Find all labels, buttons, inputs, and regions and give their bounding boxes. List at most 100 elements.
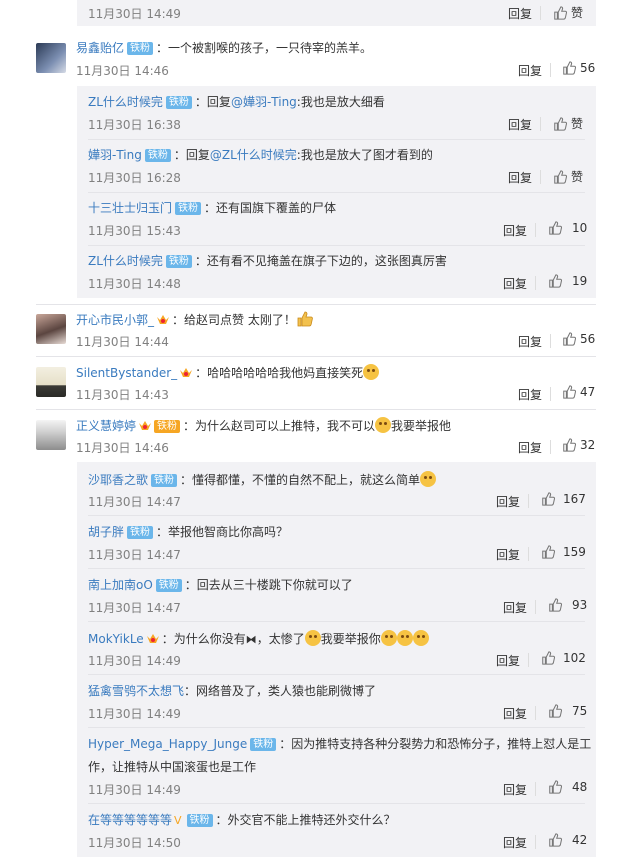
like-count: 93 [572, 598, 588, 612]
reply-author[interactable]: Hyper_Mega_Happy_Junge [88, 737, 247, 751]
reply-time: 11月30日 15:43 [88, 224, 181, 238]
fan-badge: 铁粉 [175, 202, 202, 215]
reply-button[interactable]: 回复 [508, 169, 532, 186]
vip-icon [157, 315, 170, 324]
like-button[interactable]: 47 [562, 385, 595, 399]
reply-author[interactable]: 嬅羽-Ting [88, 148, 142, 162]
reply-author[interactable]: ZL什么时候完 [88, 95, 163, 109]
thumbs-up-icon [563, 332, 576, 346]
separator [88, 803, 585, 804]
comment-text: ：给赵司点赞 太刚了！ [172, 313, 296, 327]
reply-button[interactable]: 回复 [496, 652, 520, 669]
like-count: 48 [572, 780, 588, 794]
reply-author[interactable]: MokYikLe [88, 632, 144, 646]
like-button[interactable]: 56 [562, 332, 595, 346]
reply-button[interactable]: 回复 [503, 275, 527, 292]
reply-text: ：为什么你没有 [161, 632, 246, 646]
thumbs-up-icon [542, 545, 555, 559]
thumbs-up-emoji-icon [297, 311, 313, 327]
comment-time: 11月30日 14:46 [76, 64, 169, 78]
reply-time: 11月30日 14:48 [88, 277, 181, 291]
like-button[interactable]: 56 [562, 61, 595, 75]
reply-time: 11月30日 16:28 [88, 171, 181, 185]
reply-author[interactable]: 南上加南oO [88, 578, 153, 592]
avatar[interactable] [36, 420, 66, 450]
separator [88, 515, 585, 516]
like-button[interactable]: 42 [548, 833, 587, 847]
divider [535, 276, 536, 290]
like-count: 102 [563, 651, 586, 665]
reply-author[interactable]: 十三壮士归玉门 [88, 201, 172, 215]
like-button[interactable]: 32 [562, 438, 595, 452]
like-button[interactable]: 75 [548, 704, 587, 718]
like-button[interactable]: 10 [548, 221, 587, 235]
comment-time: 11月30日 14:49 [88, 7, 181, 21]
reply-button[interactable]: 回复 [508, 5, 532, 22]
reply-button[interactable]: 回复 [503, 599, 527, 616]
reply-text: ：回去从三十楼跳下你就可以了 [184, 578, 353, 592]
reply-author[interactable]: 猛禽雪鸮不太想飞 [88, 684, 184, 698]
reply-author[interactable]: 沙耶香之歌 [88, 473, 148, 487]
comment-author[interactable]: 易鑫贻亿 [76, 41, 124, 55]
reply-time: 11月30日 14:47 [88, 495, 181, 509]
reply-button[interactable]: 回复 [518, 439, 542, 456]
reply-button[interactable]: 回复 [518, 62, 542, 79]
like-button[interactable]: 赞 [553, 115, 583, 132]
separator [88, 674, 585, 675]
reply-line: 南上加南oO 铁粉 ：回去从三十楼跳下你就可以了 [88, 577, 353, 593]
avatar[interactable] [36, 314, 66, 344]
reply-line: 沙耶香之歌 铁粉 ：懂得都懂，不懂的自然不配上，就这么简单 [88, 471, 437, 488]
like-count: 19 [572, 274, 588, 288]
reply-author[interactable]: 胡子胖 [88, 525, 124, 539]
divider [528, 547, 529, 561]
comment-author[interactable]: 正义慧婷婷 [76, 419, 136, 433]
thumbs-up-icon [549, 274, 562, 288]
reply-button[interactable]: 回复 [503, 834, 527, 851]
divider [550, 334, 551, 348]
reply-button[interactable]: 回复 [496, 546, 520, 563]
avatar[interactable] [36, 43, 66, 73]
reply-text-cont: :我也是放大细看 [296, 95, 385, 109]
laugh-emoji-icon [363, 364, 380, 380]
comment-author[interactable]: SilentBystander_ [76, 366, 177, 380]
like-button[interactable]: 赞 [553, 168, 583, 185]
reply-button[interactable]: 回复 [518, 386, 542, 403]
mention-link[interactable]: @ZL什么时候完 [210, 148, 297, 162]
reply-line: ZL什么时候完 铁粉 ：回复@嬅羽-Ting:我也是放大细看 [88, 94, 385, 110]
comment-text-cont: 我要举报他 [391, 419, 452, 433]
reply-line: MokYikLe ：为什么你没有⧓，太惨了 我要举报你 [88, 630, 429, 648]
reply-button[interactable]: 回复 [503, 705, 527, 722]
reply-button[interactable]: 回复 [518, 333, 542, 350]
comment-text: ：一个被割喉的孩子，一只待宰的羔羊。 [156, 41, 373, 55]
reply-author[interactable]: 在等等等等等等 [88, 813, 172, 827]
divider [535, 782, 536, 796]
divider [528, 653, 529, 667]
separator [88, 568, 585, 569]
thumbs-up-icon [549, 598, 562, 612]
reply-button[interactable]: 回复 [496, 493, 520, 510]
like-label: 赞 [571, 6, 584, 20]
like-button[interactable]: 93 [548, 598, 587, 612]
mention-link[interactable]: @嬅羽-Ting [231, 95, 297, 109]
comment-author[interactable]: 开心市民小郭_ [76, 313, 154, 327]
divider [540, 170, 541, 184]
like-button[interactable]: 48 [548, 780, 587, 794]
reply-text: ：因为推特支持各种分裂势力和恐怖分子，推特上怼人是工 [279, 737, 592, 751]
reply-author[interactable]: ZL什么时候完 [88, 254, 163, 268]
like-button[interactable]: 167 [541, 492, 586, 506]
like-count: 32 [580, 438, 596, 452]
reply-button[interactable]: 回复 [503, 781, 527, 798]
thumbs-up-icon [549, 704, 562, 718]
like-button[interactable]: 102 [541, 651, 586, 665]
comment-time: 11月30日 14:43 [76, 388, 169, 402]
reply-button[interactable]: 回复 [503, 222, 527, 239]
reply-line: 嬅羽-Ting 铁粉 ：回复@ZL什么时候完:我也是放大了图才看到的 [88, 147, 433, 163]
like-button[interactable]: 19 [548, 274, 587, 288]
reply-time: 11月30日 14:47 [88, 548, 181, 562]
like-button[interactable]: 赞 [553, 4, 583, 21]
avatar[interactable] [36, 367, 66, 397]
thumbs-up-icon [554, 169, 567, 184]
like-button[interactable]: 159 [541, 545, 586, 559]
verified-v-icon: V [174, 814, 182, 827]
reply-button[interactable]: 回复 [508, 116, 532, 133]
